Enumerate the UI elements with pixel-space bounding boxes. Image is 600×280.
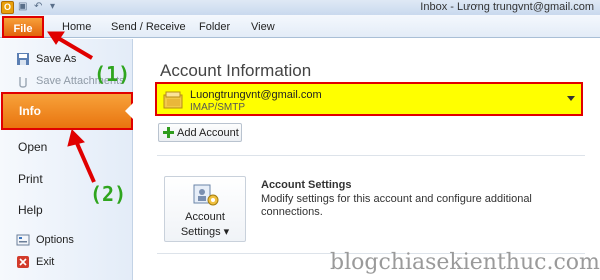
- quick-access-toolbar: ▣ ↶ ▾: [18, 1, 61, 12]
- account-settings-description: Modify settings for this account and con…: [261, 193, 532, 218]
- plus-icon: [163, 127, 174, 138]
- divider: [157, 155, 585, 156]
- save-icon[interactable]: ▣: [18, 1, 29, 12]
- tab-send-receive[interactable]: Send / Receive: [111, 21, 186, 33]
- step-1-label: (1): [94, 62, 131, 86]
- undo-icon[interactable]: ↶: [34, 1, 45, 12]
- ribbon-tabs: Home Send / Receive Folder View: [0, 15, 600, 38]
- nav-label: Exit: [36, 256, 55, 268]
- tab-file[interactable]: File: [2, 16, 44, 38]
- nav-open[interactable]: Open: [0, 140, 132, 154]
- watermark: blogchiasekienthuc.com: [330, 250, 600, 275]
- add-account-label: Add Account: [177, 126, 239, 139]
- page-title: Account Information: [160, 61, 312, 80]
- folder-mail-icon: [163, 90, 185, 110]
- qat-dropdown-icon[interactable]: ▾: [50, 1, 61, 12]
- account-settings-heading: Account Settings: [261, 179, 352, 191]
- chevron-down-icon[interactable]: [567, 96, 575, 101]
- tab-home[interactable]: Home: [62, 21, 91, 33]
- title-bar: O ▣ ↶ ▾ Inbox - Lương trungvnt@gmail.com: [0, 0, 600, 15]
- account-email: Luongtrungvnt@gmail.com: [190, 89, 322, 101]
- account-selector[interactable]: Luongtrungvnt@gmail.com IMAP/SMTP: [155, 82, 583, 116]
- account-settings-label-1: Account: [185, 211, 225, 223]
- account-settings-label-2: Settings ▾: [180, 226, 230, 238]
- account-type: IMAP/SMTP: [190, 102, 246, 113]
- nav-info[interactable]: Info: [1, 92, 133, 130]
- exit-icon: [16, 255, 30, 269]
- options-icon: [16, 233, 30, 247]
- account-settings-icon: [192, 183, 220, 207]
- tab-folder[interactable]: Folder: [199, 21, 230, 33]
- nav-exit[interactable]: Exit: [0, 255, 132, 269]
- tab-view[interactable]: View: [251, 21, 275, 33]
- attachment-icon: [16, 74, 30, 88]
- selected-pointer-icon: [125, 103, 133, 119]
- nav-label: Save As: [36, 53, 77, 65]
- nav-options[interactable]: Options: [0, 233, 132, 247]
- save-icon: [16, 52, 30, 66]
- outlook-app-icon[interactable]: O: [1, 1, 14, 14]
- window-title: Inbox - Lương trungvnt@gmail.com: [420, 1, 594, 13]
- step-2-label: (2): [90, 182, 127, 206]
- account-settings-button[interactable]: Account Settings ▾: [164, 176, 246, 242]
- nav-label: Options: [36, 234, 74, 246]
- add-account-button[interactable]: Add Account: [158, 123, 242, 142]
